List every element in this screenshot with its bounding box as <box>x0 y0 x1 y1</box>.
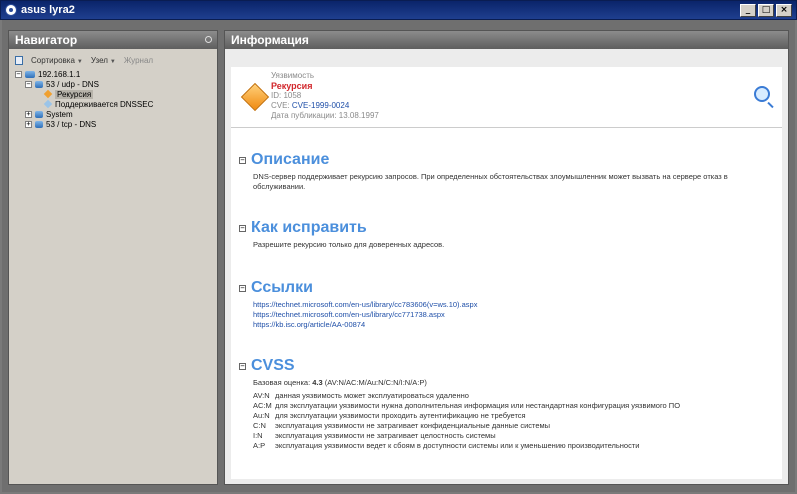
vulnerability-details: Уязвимость Рекурсия ID: 1058 CVE: CVE-19… <box>271 71 379 121</box>
tree-icon[interactable] <box>15 55 23 65</box>
cvss-metric-row: I:N эксплуатация уязвимости не затрагивае… <box>253 431 773 441</box>
info-content[interactable]: Уязвимость Рекурсия ID: 1058 CVE: CVE-19… <box>231 67 782 479</box>
cvss-metric-desc: эксплуатация уязвимости не затрагивает к… <box>275 421 551 430</box>
cvss-metric-key: I:N <box>253 431 263 440</box>
navigator-toolbar: Сортировка ▼ Узел ▼ Журнал <box>9 53 217 67</box>
cvss-metric-key: Au:N <box>253 411 270 420</box>
tree-node-dnssec[interactable]: Поддерживается DNSSEC <box>15 99 217 109</box>
cvss-metric-desc: эксплуатация уязвимости ведет к сбоям в … <box>275 441 640 450</box>
magnifier-icon[interactable] <box>754 86 770 102</box>
cvss-metric-desc: для эксплуатации уязвимости проходить ау… <box>275 411 526 420</box>
cvss-score: 4.3 <box>312 378 323 387</box>
sort-menu[interactable]: Сортировка ▼ <box>31 56 83 65</box>
cvss-base-score: Базовая оценка: 4.3 (AV:N/AC:M/Au:N/C:N/… <box>253 378 773 388</box>
reference-link[interactable]: https://kb.isc.org/article/AA-00874 <box>253 320 773 330</box>
host-icon <box>25 70 35 78</box>
vulnerability-cve-row: CVE: CVE-1999-0024 <box>271 101 379 111</box>
cvss-metric-key: AV:N <box>253 391 270 400</box>
port-icon <box>35 120 43 128</box>
cvss-metric-row: AC:M для эксплуатации уязвимости нужна до… <box>253 401 773 411</box>
node-label: Узел <box>90 55 108 65</box>
tree-node-label: 53 / tcp - DNS <box>46 119 97 129</box>
tree-node-system[interactable]: + System <box>15 109 217 119</box>
links-section: − Ссылки https://technet.microsoft.com/en… <box>239 279 773 330</box>
warning-diamond-icon <box>43 89 53 99</box>
tree-node-label: 53 / udp - DNS <box>46 79 99 89</box>
description-text: DNS-сервер поддерживает рекурсию запросо… <box>253 172 728 191</box>
collapse-icon[interactable]: − <box>239 362 246 370</box>
expand-icon[interactable]: + <box>25 120 32 128</box>
vulnerability-id: ID: 1058 <box>271 91 302 100</box>
cvss-title: CVSS <box>251 357 295 374</box>
expand-icon[interactable]: + <box>25 110 32 118</box>
journal-menu[interactable]: Журнал <box>124 56 153 65</box>
reference-link[interactable]: https://technet.microsoft.com/en-us/libr… <box>253 300 773 310</box>
close-button[interactable]: × <box>776 4 792 17</box>
cvss-metric-key: A:P <box>253 441 266 450</box>
app-icon <box>5 4 17 16</box>
navigator-title: Навигатор <box>15 33 78 47</box>
host-tree: − 192.168.1.1 − 53 / udp - DNS Рекурсия … <box>9 69 217 129</box>
cve-label: CVE: <box>271 101 290 110</box>
fix-section: − Как исправить Разрешите рекурсию только… <box>239 219 773 250</box>
cvss-details: Базовая оценка: 4.3 (AV:N/AC:M/Au:N/C:N/… <box>239 378 773 451</box>
system-icon <box>35 110 43 118</box>
vulnerability-type: Уязвимость <box>271 71 315 80</box>
info-title: Информация <box>231 33 309 47</box>
links-title: Ссылки <box>251 279 313 296</box>
tree-node-label: System <box>46 109 73 119</box>
node-menu[interactable]: Узел ▼ <box>91 56 116 65</box>
collapse-icon[interactable]: − <box>25 80 32 88</box>
navigator-panel: Навигатор Сортировка ▼ Узел ▼ Журнал − 192… <box>8 30 218 485</box>
collapse-icon[interactable]: − <box>239 224 246 232</box>
cvss-vector: (AV:N/AC:M/Au:N/C:N/I:N/A:P) <box>324 378 427 387</box>
reference-link[interactable]: https://technet.microsoft.com/en-us/libr… <box>253 310 773 320</box>
chevron-down-icon: ▼ <box>76 58 83 65</box>
collapse-icon[interactable]: − <box>239 284 246 292</box>
collapse-icon[interactable]: − <box>15 70 22 78</box>
cvss-metric-row: C:N эксплуатация уязвимости не затрагивае… <box>253 421 773 431</box>
description-section: − Описание DNS-сервер поддерживает рекурс… <box>239 151 773 192</box>
cvss-section: − CVSS Базовая оценка: 4.3 (AV:N/AC:M/Au:… <box>239 357 773 451</box>
tree-node-host[interactable]: − 192.168.1.1 <box>15 69 217 79</box>
vulnerability-name: Рекурсия <box>271 81 313 91</box>
links-list: https://technet.microsoft.com/en-us/libr… <box>239 300 773 330</box>
info-diamond-icon <box>43 99 53 109</box>
window-title: asus lyra2 <box>21 4 75 16</box>
cvss-metric-key: C:N <box>253 421 266 430</box>
cvss-metric-desc: данная уязвимость может эксплуатироватьс… <box>275 391 469 400</box>
cvss-base-label: Базовая оценка: <box>253 378 311 387</box>
description-title: Описание <box>251 151 330 168</box>
tree-node-port-udp53[interactable]: − 53 / udp - DNS <box>15 79 217 89</box>
port-icon <box>35 80 43 88</box>
cvss-metric-desc: эксплуатация уязвимости не затрагивает ц… <box>275 431 496 440</box>
info-header: Информация <box>225 31 788 49</box>
chevron-down-icon: ▼ <box>109 58 116 65</box>
tree-node-port-tcp53[interactable]: + 53 / tcp - DNS <box>15 119 217 129</box>
tree-node-label: Поддерживается DNSSEC <box>55 99 154 109</box>
vulnerability-severity-icon <box>240 82 270 112</box>
pin-icon[interactable] <box>205 36 212 43</box>
cvss-metric-row: AV:N данная уязвимость может эксплуатиров… <box>253 391 773 401</box>
cvss-metric-key: AC:M <box>253 401 272 410</box>
vulnerability-summary: Уязвимость Рекурсия ID: 1058 CVE: CVE-19… <box>231 67 782 128</box>
fix-text: Разрешите рекурсию только для доверенных… <box>253 240 445 249</box>
navigator-header: Навигатор <box>9 31 217 49</box>
cvss-metric-desc: для эксплуатации уязвимости нужна дополн… <box>275 401 681 410</box>
window-titlebar: asus lyra2 _ □ × <box>0 0 797 20</box>
minimize-button[interactable]: _ <box>740 4 756 17</box>
vulnerability-published: Дата публикации: 13.08.1997 <box>271 111 379 120</box>
window-controls: _ □ × <box>740 4 792 17</box>
cve-link[interactable]: CVE-1999-0024 <box>292 101 349 110</box>
cvss-metric-row: A:P эксплуатация уязвимости ведет к сбоям… <box>253 441 773 451</box>
tree-node-label: Рекурсия <box>55 89 94 99</box>
cvss-metric-row: Au:N для эксплуатации уязвимости проходит… <box>253 411 773 421</box>
fix-title: Как исправить <box>251 219 367 236</box>
tree-node-recursion[interactable]: Рекурсия <box>15 89 217 99</box>
maximize-button[interactable]: □ <box>758 4 774 17</box>
sort-label: Сортировка <box>31 55 75 65</box>
collapse-icon[interactable]: − <box>239 156 246 164</box>
info-panel: Информация Уязвимость Рекурсия ID: 1058 … <box>224 30 789 485</box>
tree-node-label: 192.168.1.1 <box>38 69 81 79</box>
